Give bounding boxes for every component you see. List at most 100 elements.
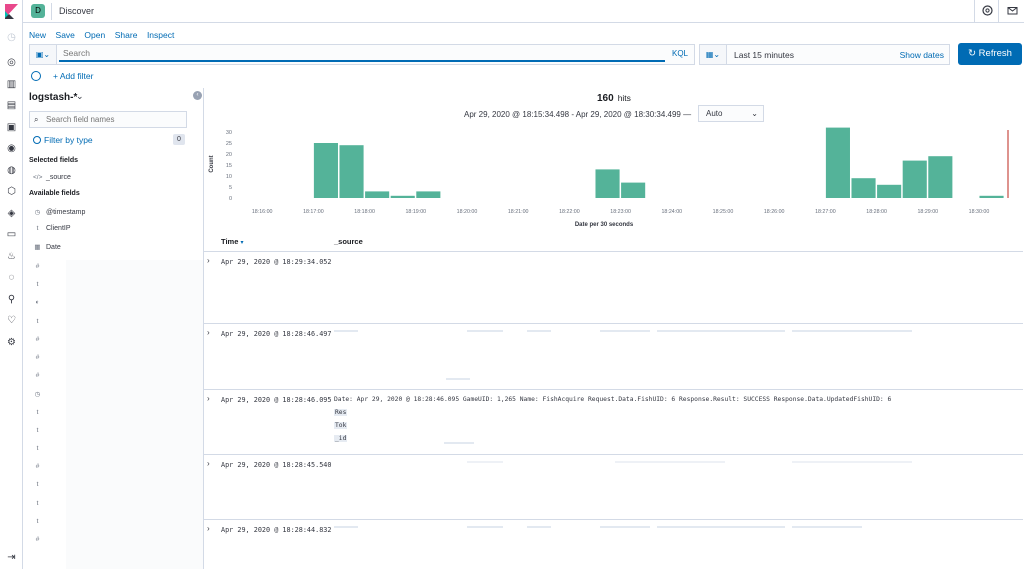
time-range-label[interactable]: Last 15 minutes [734,50,794,60]
x-tick-label: 18:20:00 [457,209,478,215]
expand-row-icon[interactable]: › [207,328,210,337]
y-tick-label: 20 [226,152,232,158]
search-icon: ⌕ [34,115,39,124]
y-tick-label: 15 [226,163,232,169]
field-type-icon: ◐ [35,299,40,307]
expand-row-icon[interactable]: › [207,524,210,533]
field-type-icon: t [36,408,39,416]
logs-icon[interactable]: ▭ [5,228,18,241]
canvas-icon[interactable]: ▣ [5,121,18,134]
query-language-button[interactable]: KQL [672,49,688,58]
open-button[interactable]: Open [84,30,105,40]
x-tick-label: 18:29:00 [917,209,938,215]
show-dates-link[interactable]: Show dates [900,50,944,60]
x-tick-label: 18:24:00 [661,209,682,215]
mail-icon[interactable] [1006,5,1018,17]
source-key: Tok [334,422,348,429]
field-item-clientip[interactable]: t ClientIP [33,225,71,232]
expand-row-icon[interactable]: › [207,394,210,403]
clock-icon[interactable]: ◷ [5,31,18,44]
saved-queries-button[interactable]: ▣⌄ [30,45,57,64]
x-tick-label: 18:25:00 [713,209,734,215]
filter-by-type-button[interactable]: Filter by type [33,135,93,145]
time-col-label: Time [221,237,239,246]
filter-count-badge: 0 [173,134,185,145]
refresh-button[interactable]: ↻ Refresh [958,43,1022,65]
apm-icon[interactable]: ♨ [5,250,18,263]
table-row: › Apr 29, 2020 @ 18:29:34.052 [204,253,1023,324]
help-icon[interactable] [981,5,993,17]
histogram-bar [979,195,1004,198]
space-avatar[interactable]: D [31,4,45,18]
field-type-icon: # [35,354,40,361]
histogram-bar [365,191,390,198]
source-summary: Date: Apr 29, 2020 @ 18:28:46.095 GameUI… [334,396,892,403]
uptime-icon[interactable]: ◌ [5,271,18,284]
sort-down-icon[interactable]: ▾ [240,240,243,246]
chevron-down-icon[interactable]: ⌄ [76,91,84,102]
histogram-bar [928,156,953,198]
inspect-button[interactable]: Inspect [147,30,174,40]
field-sidebar: logstash-* ⌄ ‹ ⌕ Filter by type 0 Select… [23,88,204,569]
y-tick-label: 25 [226,141,232,147]
field-type-icon: t [36,481,39,489]
date-picker: ▦⌄ Last 15 minutes Show dates [699,44,950,65]
histogram-bar [339,145,364,198]
filter-options-icon[interactable] [31,71,41,81]
field-search: ⌕ [29,111,187,128]
discover-icon[interactable]: ◎ [5,56,18,69]
refresh-icon: ↻ [968,48,977,59]
quick-menu-button[interactable]: ▦⌄ [700,45,727,64]
time-column-header[interactable]: Time ▾ [221,237,243,246]
field-type-icon: t [36,517,39,525]
y-tick-label: 30 [226,130,232,136]
filter-icon [33,136,41,144]
x-tick-label: 18:23:00 [610,209,631,215]
expand-row-icon[interactable]: › [207,256,210,265]
collapse-nav-icon[interactable]: ⇥ [5,551,18,564]
collapse-sidebar-icon[interactable]: ‹ [193,91,202,100]
field-type-icon: # [35,263,40,270]
kibana-logo-icon[interactable] [3,3,20,20]
stack-monitoring-icon[interactable]: ♡ [5,314,18,327]
expand-row-icon[interactable]: › [207,459,210,468]
source-column-header: _source [334,237,363,246]
field-type-icon: t [36,281,39,289]
index-pattern-selector[interactable]: logstash-* [29,92,77,103]
histogram-bar [621,182,646,198]
app-title: Discover [59,6,95,16]
field-item-date[interactable]: ▦ Date [33,243,60,251]
maps-icon[interactable]: ◉ [5,142,18,155]
y-tick-label: 10 [226,174,232,180]
save-button[interactable]: Save [56,30,75,40]
siem-icon[interactable]: ◈ [5,207,18,220]
new-button[interactable]: New [29,30,46,40]
y-tick-label: 0 [229,196,232,202]
histogram-bar [851,178,876,198]
field-list-placeholder [66,260,204,569]
top-menu: New Save Open Share Inspect [29,30,181,42]
add-filter-button[interactable]: + Add filter [53,71,93,81]
ml-icon[interactable]: ◍ [5,164,18,177]
top-header: D Discover [23,0,1024,23]
x-tick-label: 18:27:00 [815,209,836,215]
discover-main: 160 hits Apr 29, 2020 @ 18:15:34.498 - Ap… [203,88,1023,569]
row-source [334,461,1018,521]
management-icon[interactable]: ⚙ [5,336,18,349]
time-range-text: Apr 29, 2020 @ 18:15:34.498 - Apr 29, 20… [464,110,692,119]
search-input[interactable] [59,46,665,62]
visualize-icon[interactable]: ▥ [5,78,18,91]
graph-icon[interactable]: ⬡ [5,185,18,198]
field-search-input[interactable] [46,113,182,126]
field-item-timestamp[interactable]: ◷ @timestamp [33,208,86,216]
dashboard-icon[interactable]: ▤ [5,99,18,112]
x-tick-label: 18:19:00 [405,209,426,215]
share-button[interactable]: Share [115,30,138,40]
field-name: _source [46,174,71,181]
interval-select[interactable]: Auto ⌄ [698,105,764,122]
field-item-source[interactable]: </> _source [33,174,71,181]
x-tick-label: 18:28:00 [866,209,887,215]
dev-tools-icon[interactable]: ⚲ [5,293,18,306]
row-time: Apr 29, 2020 @ 18:29:34.052 [221,258,332,266]
y-tick-label: 5 [229,185,232,191]
